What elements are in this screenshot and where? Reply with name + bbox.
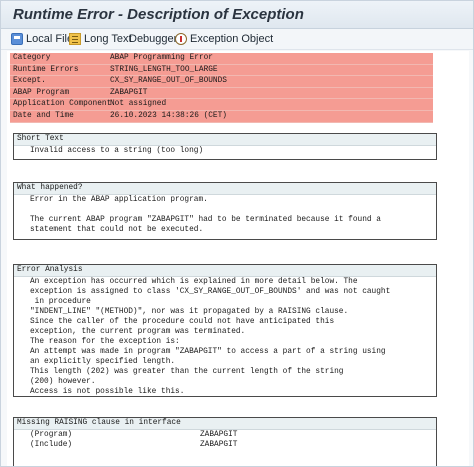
debugger-button[interactable]: Debugger	[129, 31, 177, 47]
header-value: STRING_LENGTH_TOO_LARGE	[110, 65, 218, 74]
section-line: exception is assigned to class 'CX_SY_RA…	[30, 288, 391, 296]
long-text-button[interactable]: Long Text	[69, 31, 132, 47]
section-line: The current ABAP program "ZABAPGIT" had …	[30, 216, 381, 224]
error-content[interactable]: Category ABAP Programming Error Runtime …	[7, 51, 469, 466]
header-row-abap-program: ABAP Program ZABAPGIT	[10, 87, 433, 100]
header-key: Date and Time	[13, 111, 74, 120]
what-happened-section: What happened? Error in the ABAP applica…	[13, 182, 437, 240]
short-text-section: Short Text Invalid access to a string (t…	[13, 133, 437, 160]
section-title: Missing RAISING clause in interface	[14, 418, 436, 430]
section-line: Error in the ABAP application program.	[30, 196, 208, 204]
window-title: Runtime Error - Description of Exception	[13, 6, 304, 23]
missing-raising-section: Missing RAISING clause in interface (Pro…	[13, 417, 437, 466]
debugger-label: Debugger	[129, 33, 178, 45]
header-key: Except.	[13, 77, 46, 86]
section-line: Since the caller of the procedure could …	[30, 318, 335, 326]
header-row-category: Category ABAP Programming Error	[10, 53, 433, 65]
header-value: 26.10.2023 14:38:26 (CET)	[110, 111, 227, 120]
runtime-error-window: Runtime Error - Description of Exception…	[0, 0, 474, 467]
local-file-label: Local File	[26, 33, 74, 45]
header-value: CX_SY_RANGE_OUT_OF_BOUNDS	[110, 77, 227, 86]
section-line: statement that could not be executed.	[30, 226, 204, 234]
section-line: an explicitly specified length.	[30, 358, 176, 366]
toolbar: Local File Long Text Debugger Exception …	[1, 29, 473, 50]
section-line: The reason for the exception is:	[30, 338, 180, 346]
header-row-date-time: Date and Time 26.10.2023 14:38:26 (CET)	[10, 110, 433, 123]
exception-object-label: Exception Object	[190, 33, 274, 45]
section-line: (200) however.	[30, 378, 96, 386]
section-line: in procedure	[30, 298, 91, 306]
section-title: Error Analysis	[14, 265, 436, 277]
section-line: Invalid access to a string (too long)	[30, 147, 204, 155]
section-line: An exception has occurred which is expla…	[30, 278, 358, 286]
section-line	[14, 205, 436, 215]
error-analysis-section: Error Analysis An exception has occurred…	[13, 264, 437, 397]
section-title: What happened?	[14, 183, 436, 195]
title-bar: Runtime Error - Description of Exception	[1, 1, 473, 29]
header-row-runtime-errors: Runtime Errors STRING_LENGTH_TOO_LARGE	[10, 64, 433, 77]
header-key: Runtime Errors	[13, 65, 79, 74]
document-icon	[69, 33, 81, 45]
header-key: Category	[13, 54, 51, 62]
raising-label: (Program)	[30, 431, 73, 439]
header-value: Not assigned	[110, 100, 167, 109]
section-title: Short Text	[14, 134, 436, 146]
section-line: An attempt was made in program "ZABAPGIT…	[30, 348, 386, 356]
section-line: This length (202) was greater than the c…	[30, 368, 344, 376]
raising-label: (Include)	[30, 441, 73, 449]
exception-object-button[interactable]: Exception Object	[175, 31, 273, 47]
raising-value: ZABAPGIT	[200, 441, 238, 449]
section-line: "INDENT_LINE" "(METHOD)", nor was it pro…	[30, 308, 349, 316]
raising-row-include: (Include) ZABAPGIT	[14, 440, 436, 450]
header-key: Application Component	[13, 100, 112, 109]
header-value: ZABAPGIT	[110, 88, 148, 97]
header-key: ABAP Program	[13, 88, 70, 97]
section-line: exception, the current program was termi…	[30, 328, 246, 336]
raising-row-program: (Program) ZABAPGIT	[14, 430, 436, 440]
long-text-label: Long Text	[84, 33, 132, 45]
header-row-application-component: Application Component Not assigned	[10, 99, 433, 111]
local-file-icon	[11, 33, 23, 45]
header-row-exception: Except. CX_SY_RANGE_OUT_OF_BOUNDS	[10, 76, 433, 88]
error-header-table: Category ABAP Programming Error Runtime …	[10, 53, 433, 123]
local-file-button[interactable]: Local File	[11, 31, 73, 47]
raising-value: ZABAPGIT	[200, 431, 238, 439]
exception-icon	[175, 33, 187, 45]
section-line: Access is not possible like this.	[30, 388, 185, 396]
header-value: ABAP Programming Error	[110, 54, 213, 62]
